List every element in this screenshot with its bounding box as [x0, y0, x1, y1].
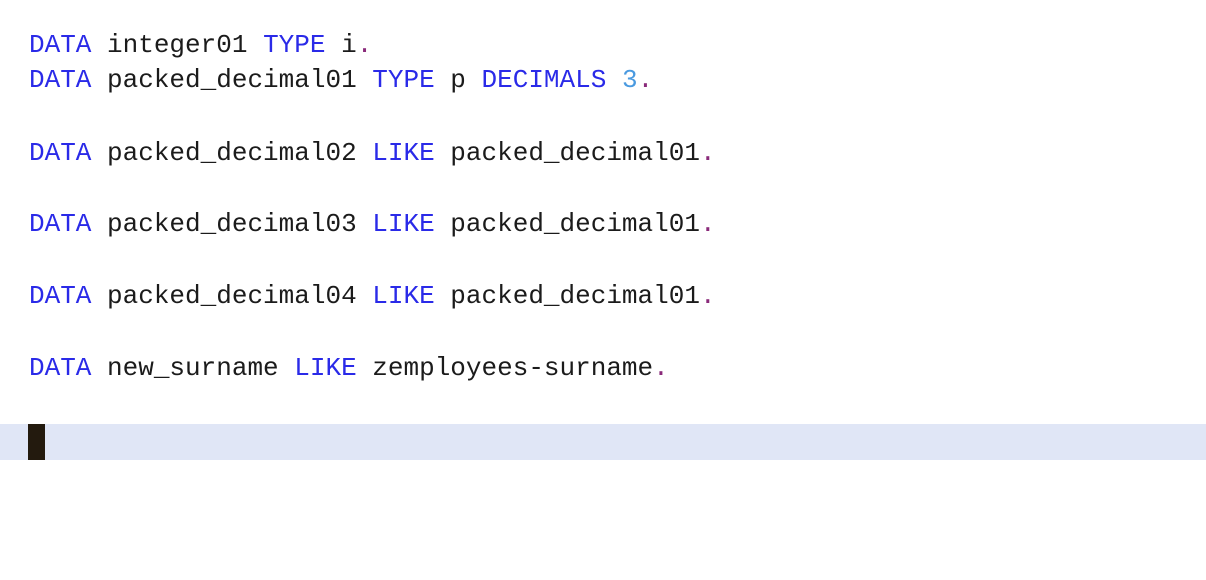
- identifier-token: packed_decimal01: [434, 138, 700, 168]
- keyword-token: LIKE: [372, 281, 435, 311]
- punctuation-token: .: [699, 138, 716, 168]
- punctuation-token: .: [637, 65, 654, 95]
- code-line-4[interactable]: DATA packed_decimal02 LIKE packed_decima…: [29, 135, 716, 171]
- keyword-token: DATA: [29, 138, 92, 168]
- keyword-token: DATA: [29, 65, 92, 95]
- code-line-8[interactable]: DATA packed_decimal04 LIKE packed_decima…: [29, 278, 716, 314]
- code-line-6[interactable]: DATA packed_decimal03 LIKE packed_decima…: [29, 206, 716, 242]
- keyword-token: DATA: [29, 353, 92, 383]
- keyword-token: LIKE: [294, 353, 357, 383]
- keyword-token: LIKE: [372, 138, 435, 168]
- punctuation-token: .: [699, 209, 716, 239]
- keyword-token: DATA: [29, 30, 92, 60]
- identifier-token: p: [434, 65, 482, 95]
- keyword-token: DATA: [29, 209, 92, 239]
- keyword-token: TYPE: [263, 30, 326, 60]
- identifier-token: zemployees-surname: [356, 353, 654, 383]
- punctuation-token: .: [356, 30, 373, 60]
- keyword-token: DATA: [29, 281, 92, 311]
- punctuation-token: .: [699, 281, 716, 311]
- code-editor[interactable]: DATA integer01 TYPE i. DATA packed_decim…: [0, 0, 1206, 580]
- text-caret: [28, 424, 45, 460]
- keyword-token: DECIMALS: [481, 65, 607, 95]
- identifier-token: integer01: [91, 30, 264, 60]
- identifier-token: [606, 65, 622, 95]
- code-line-1[interactable]: DATA integer01 TYPE i.: [29, 27, 372, 63]
- identifier-token: packed_decimal01: [434, 209, 700, 239]
- keyword-token: LIKE: [372, 209, 435, 239]
- code-line-2[interactable]: DATA packed_decimal01 TYPE p DECIMALS 3.: [29, 62, 653, 98]
- code-line-10[interactable]: DATA new_surname LIKE zemployees-surname…: [29, 350, 669, 386]
- identifier-token: i: [325, 30, 357, 60]
- keyword-token: TYPE: [372, 65, 435, 95]
- identifier-token: packed_decimal04: [91, 281, 373, 311]
- identifier-token: packed_decimal01: [91, 65, 373, 95]
- punctuation-token: .: [653, 353, 669, 383]
- identifier-token: packed_decimal02: [91, 138, 373, 168]
- current-line-highlight[interactable]: [0, 424, 1206, 460]
- identifier-token: new_surname: [91, 353, 295, 383]
- identifier-token: packed_decimal03: [91, 209, 373, 239]
- identifier-token: packed_decimal01: [434, 281, 700, 311]
- number-token: 3: [621, 65, 638, 95]
